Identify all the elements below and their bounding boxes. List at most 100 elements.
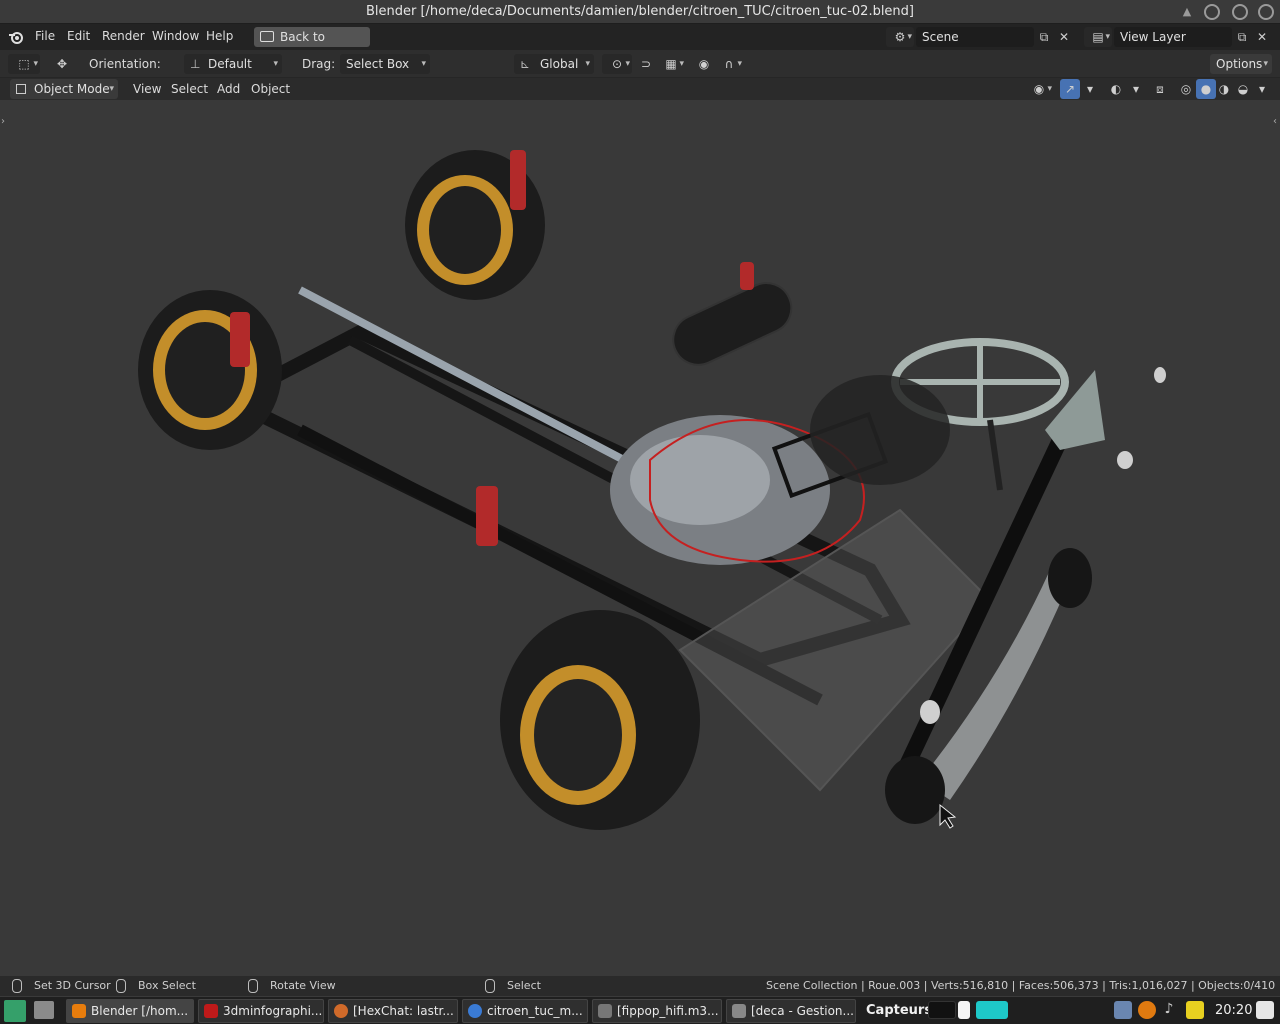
start-menu-icon[interactable] <box>4 1000 26 1022</box>
viewport-menu-object[interactable]: Object <box>251 82 290 96</box>
drag-label: Drag: <box>302 57 336 71</box>
menu-edit[interactable]: Edit <box>67 29 90 43</box>
task-browser-label: citroen_tuc_m... <box>487 1004 583 1018</box>
viewport-header: Object Mode ▾ View Select Add Object ◉ ▾ ↗… <box>0 78 1280 100</box>
wireframe-shading-icon[interactable]: ◎ <box>1176 79 1196 99</box>
material-shading-icon[interactable]: ◑ <box>1214 79 1234 99</box>
task-browser[interactable]: citroen_tuc_m... <box>462 999 588 1023</box>
shading-dropdown-icon[interactable]: ▾ <box>1252 79 1272 99</box>
user-tray-icon[interactable] <box>1256 1001 1274 1019</box>
new-view-layer-icon[interactable]: ⧉ <box>1232 27 1252 47</box>
options-dropdown[interactable]: Options ▾ <box>1210 54 1272 74</box>
task-blender[interactable]: Blender [/hom... <box>66 999 194 1023</box>
maximize-window-icon[interactable] <box>1232 4 1248 20</box>
back-icon <box>260 31 274 42</box>
task-hexchat[interactable]: [HexChat: lastr... <box>328 999 458 1023</box>
rendered-shading-icon[interactable]: ◒ <box>1233 79 1253 99</box>
status-hint-cursor: Set 3D Cursor <box>34 979 111 992</box>
new-scene-icon[interactable]: ⧉ <box>1034 27 1054 47</box>
minimize-window-icon[interactable] <box>1204 4 1220 20</box>
options-label: Options <box>1216 57 1263 71</box>
snap-toggle-icon[interactable]: ⊃ <box>636 54 656 74</box>
task-filezilla[interactable]: 3dminfographi... <box>198 999 324 1023</box>
folder-app-icon <box>732 1004 746 1018</box>
gizmo-toggle-icon[interactable]: ↗ <box>1060 79 1080 99</box>
menu-render[interactable]: Render <box>102 29 145 43</box>
delete-view-layer-icon[interactable]: ✕ <box>1252 27 1272 47</box>
view-layer-selector-icon[interactable]: ▤ ▾ <box>1084 27 1112 47</box>
window-title: Blender [/home/deca/Documents/damien/ble… <box>365 4 914 19</box>
audio-player-app-icon <box>598 1004 612 1018</box>
mouse-drag-icon <box>116 979 126 993</box>
notes-tray-icon[interactable] <box>1186 1001 1204 1019</box>
update-tray-icon[interactable] <box>1138 1001 1156 1019</box>
orientation-label: Orientation: <box>89 57 161 71</box>
file-manager-icon[interactable] <box>34 1001 54 1019</box>
transform-orientation-value: Global <box>540 57 579 71</box>
desktop-taskbar: Blender [/hom... 3dminfographi... [HexCh… <box>0 996 1280 1024</box>
xray-toggle-icon[interactable]: ⧈ <box>1150 79 1170 99</box>
drag-dropdown[interactable]: Select Box ▾ <box>340 54 430 74</box>
orientation-icon: ⊥ <box>190 57 201 71</box>
blender-logo-icon[interactable] <box>8 30 24 44</box>
status-hint-box-select: Box Select <box>138 979 196 992</box>
proportional-editing-icon[interactable]: ◉ <box>694 54 714 74</box>
taskbar-clock[interactable]: 20:20 <box>1215 1003 1252 1018</box>
orientation-value: Default <box>208 57 252 71</box>
viewport-menu-select[interactable]: Select <box>171 82 208 96</box>
sensors-label: Capteurs <box>866 1003 933 1018</box>
viewport-menu-view[interactable]: View <box>133 82 161 96</box>
gizmo-dropdown-icon[interactable]: ▾ <box>1080 79 1100 99</box>
network-tray-icon[interactable] <box>1114 1001 1132 1019</box>
transform-orientation-dropdown[interactable]: ⊾ Global ▾ <box>514 54 594 74</box>
overlays-dropdown-icon[interactable]: ▾ <box>1126 79 1146 99</box>
scene-selector-icon[interactable]: ⚙ ▾ <box>886 27 914 47</box>
visibility-eye-icon[interactable]: ◉ ▾ <box>1024 79 1054 99</box>
menu-file[interactable]: File <box>35 29 55 43</box>
task-filezilla-label: 3dminfographi... <box>223 1004 323 1018</box>
view-layer-name-field[interactable]: View Layer <box>1114 27 1232 47</box>
volume-tray-icon[interactable]: ♪ <box>1160 1001 1178 1019</box>
snap-target-icon[interactable]: ▦ ▾ <box>656 54 686 74</box>
task-hexchat-label: [HexChat: lastr... <box>353 1004 454 1018</box>
delete-scene-icon[interactable]: ✕ <box>1054 27 1074 47</box>
fuel-tank <box>672 282 793 366</box>
task-audio-player[interactable]: [fippop_hifi.m3... <box>592 999 722 1023</box>
object-mode-value: Object Mode <box>34 82 110 96</box>
filezilla-app-icon <box>204 1004 218 1018</box>
overlays-icon[interactable]: ◐ <box>1106 79 1126 99</box>
network-graph-icon <box>976 1001 1008 1019</box>
object-mode-icon <box>16 84 26 94</box>
task-file-manager-label: [deca - Gestion... <box>751 1004 854 1018</box>
blender-app-icon <box>72 1004 86 1018</box>
pivot-point-icon[interactable]: ⊙ ▾ <box>602 54 632 74</box>
menu-help[interactable]: Help <box>206 29 233 43</box>
memory-graph-icon <box>958 1001 970 1019</box>
status-hint-select: Select <box>507 979 541 992</box>
front-left-wheel <box>500 610 700 830</box>
orientation-dropdown[interactable]: ⊥ Default ▾ <box>184 54 282 74</box>
cpu-graph-icon <box>928 1001 956 1019</box>
viewport-menu-add[interactable]: Add <box>217 82 240 96</box>
scene-name-field[interactable]: Scene <box>916 27 1034 47</box>
object-mode-dropdown[interactable]: Object Mode ▾ <box>10 79 118 99</box>
window-titlebar: Blender [/home/deca/Documents/damien/ble… <box>0 0 1280 24</box>
menu-window[interactable]: Window <box>152 29 199 43</box>
mouse-middle-icon <box>248 979 258 993</box>
mouse-cursor-icon <box>939 803 957 829</box>
close-window-icon[interactable] <box>1258 4 1274 20</box>
tool-select-icon[interactable]: ⬚ ▾ <box>8 54 40 74</box>
move-gizmo-icon[interactable]: ✥ <box>52 54 72 74</box>
scene-statistics: Scene Collection | Roue.003 | Verts:516,… <box>766 979 1280 992</box>
status-bar: Set 3D Cursor Box Select Rotate View Sel… <box>0 976 1280 996</box>
task-audio-player-label: [fippop_hifi.m3... <box>617 1004 719 1018</box>
top-menubar: File Edit Render Window Help Back to Pre… <box>0 24 1280 64</box>
solid-shading-icon[interactable]: ● <box>1196 79 1216 99</box>
task-file-manager[interactable]: [deca - Gestion... <box>726 999 856 1023</box>
3d-viewport[interactable]: › ‹ <box>0 100 1280 976</box>
shade-window-icon[interactable]: ▲ <box>1180 5 1194 19</box>
proportional-falloff-icon[interactable]: ∩ ▾ <box>714 54 744 74</box>
back-to-previous-button[interactable]: Back to Previous <box>254 27 370 64</box>
browser-app-icon <box>468 1004 482 1018</box>
drag-value: Select Box <box>346 57 410 71</box>
